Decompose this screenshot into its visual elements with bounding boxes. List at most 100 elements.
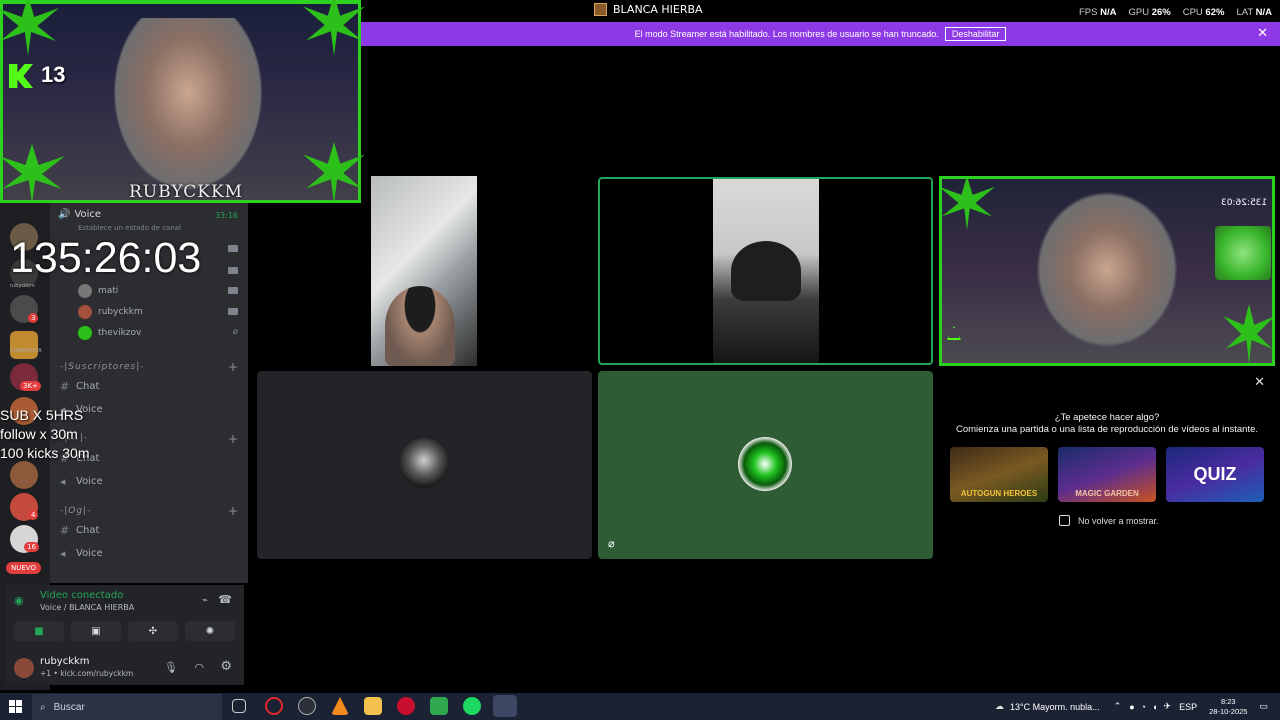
streamer-webcam: 13 RUBYCKKM (0, 0, 365, 204)
weather-text[interactable]: 13°C Mayorm. nubla... (1010, 702, 1100, 712)
category-header[interactable]: -|Suscriptores|- (60, 362, 145, 372)
store-icon[interactable] (430, 697, 448, 715)
add-channel-icon[interactable]: + (228, 504, 238, 518)
performance-stats: FPS N/A GPU 26% CPU 62% LAT N/A (1079, 7, 1272, 18)
stream-video (1021, 192, 1193, 364)
avatar[interactable] (14, 658, 34, 678)
participant-avatar-tile[interactable] (257, 371, 592, 559)
discord-active-icon[interactable] (493, 695, 517, 717)
lat-value: N/A (1255, 7, 1272, 18)
participant-video (385, 286, 455, 366)
mirrored-uptime: 135:26:03 (1220, 198, 1267, 208)
cpu-value: 62% (1205, 7, 1225, 18)
voice-status-subtitle[interactable]: Voice / BLANCA HIERBA (40, 603, 134, 612)
add-channel-icon[interactable]: + (228, 432, 238, 446)
chevron-up-icon[interactable]: ⌃ (1114, 701, 1122, 712)
taskbar-search[interactable]: ⌕ Buscar (32, 694, 222, 720)
leaf-decoration (0, 0, 59, 56)
leaf-decoration (0, 144, 65, 204)
screenshare-tile[interactable]: 135:26:03 (939, 176, 1275, 366)
screenshare-button[interactable]: ▣ (71, 621, 121, 641)
app-icon[interactable] (397, 697, 415, 715)
text-channel[interactable]: # Chat (60, 524, 99, 537)
goal-line: SUB X 5HRS (0, 407, 84, 423)
server-icon[interactable] (10, 461, 38, 489)
opera-icon[interactable] (265, 697, 283, 715)
leaf-decoration (1223, 304, 1275, 364)
active-voice-channel[interactable]: 🔊 Voice (58, 209, 101, 220)
task-view-icon[interactable] (232, 699, 246, 713)
avatar (738, 437, 792, 491)
obs-icon[interactable] (298, 697, 316, 715)
leaf-decoration (303, 142, 365, 204)
voice-user[interactable]: thevikzov (78, 326, 141, 340)
game-card-magic-garden[interactable]: MAGIC GARDEN (1058, 447, 1156, 502)
network-icon[interactable]: ✈ (1164, 701, 1172, 712)
add-channel-icon[interactable]: + (228, 360, 238, 374)
activities-icon: ✣ (148, 625, 158, 637)
text-channel[interactable]: # Chat (60, 380, 99, 393)
participant-video-tile-speaking[interactable] (598, 177, 933, 365)
noise-suppression-icon[interactable]: ⌁ (202, 595, 208, 606)
close-icon[interactable]: ✕ (1257, 25, 1268, 41)
game-card-autogun[interactable]: AUTOGUN HEROES (950, 447, 1048, 502)
voice-user[interactable]: mati (78, 284, 118, 298)
participant-video-tile[interactable] (371, 176, 477, 366)
uptime-counter: 135:26:03 (10, 234, 202, 282)
hash-icon: # (60, 380, 70, 393)
streamer-video (103, 18, 273, 204)
participant-avatar-tile-muted[interactable]: ⌀ (598, 371, 933, 559)
app-icon[interactable] (331, 697, 349, 715)
spotify-icon[interactable] (463, 697, 481, 715)
server-icon[interactable] (10, 331, 38, 359)
volume-icon[interactable]: ◖ (1152, 702, 1157, 712)
username[interactable]: rubyckkm (40, 656, 90, 667)
voice-status-title[interactable]: Video conectado (40, 590, 123, 601)
notifications-icon[interactable]: ▭ (1259, 701, 1268, 712)
camera-button[interactable]: ■ (14, 621, 64, 641)
disable-streamer-button[interactable]: Deshabilitar (944, 27, 1007, 41)
disconnect-icon[interactable]: ☎ (218, 593, 232, 606)
activities-button[interactable]: ✣ (128, 621, 178, 641)
muted-icon: ⌀ (608, 537, 615, 550)
speaker-icon: ◂ (60, 475, 66, 488)
mute-icon: ⌀ (232, 327, 238, 337)
cpu-label: CPU (1182, 7, 1203, 18)
microphone-icon[interactable]: 🎙 (164, 661, 178, 674)
microphone-icon[interactable]: ● (1129, 702, 1134, 712)
soundboard-button[interactable]: ✺ (185, 621, 235, 641)
gpu-value: 26% (1151, 7, 1171, 18)
hash-icon: # (60, 524, 70, 537)
gear-icon[interactable]: ⚙ (220, 659, 232, 674)
screenshare-icon: ▣ (91, 625, 101, 637)
wifi-icon[interactable]: ◔ (1141, 702, 1146, 712)
user-panel: rubyckkm +1 • kick.com/rubyckkm 🎙 ◠ ⚙ (6, 650, 244, 688)
file-explorer-icon[interactable] (364, 697, 382, 715)
kick-logo-icon (947, 326, 961, 340)
banner-text: El modo Streamer está habilitado. Los no… (634, 29, 939, 39)
clock[interactable]: 8:23 28-10-2025 (1209, 697, 1247, 717)
cpu-stat: CPU 62% (1183, 7, 1225, 18)
windows-taskbar: ⌕ Buscar ☁ 13°C Mayorm. nubla... ⌃ ● ◔ ◖… (0, 693, 1280, 720)
activity-suggestion-panel: ✕ ¿Te apetece hacer algo? Comienza una p… (939, 371, 1275, 559)
windows-start-icon[interactable] (9, 700, 22, 713)
lat-stat: LAT N/A (1236, 7, 1272, 18)
channel-status[interactable]: Establece un estado de canal (78, 224, 181, 232)
voice-channel[interactable]: ◂ Voice (60, 547, 103, 560)
avatar (78, 305, 92, 319)
game-title: AUTOGUN HEROES (960, 489, 1038, 498)
signal-icon: ◉ (14, 594, 24, 607)
category-header[interactable]: -|Og|- (60, 506, 91, 516)
new-badge[interactable]: NUEVO (6, 562, 41, 574)
dont-show-again[interactable]: No volver a mostrar. (1059, 515, 1159, 526)
language-indicator[interactable]: ESP (1179, 702, 1197, 712)
headphones-icon[interactable]: ◠ (194, 661, 204, 674)
avatar (399, 438, 449, 488)
checkbox[interactable] (1059, 515, 1070, 526)
avatar (78, 284, 92, 298)
close-icon[interactable]: ✕ (1254, 375, 1265, 390)
gpu-stat: GPU 26% (1128, 7, 1170, 18)
voice-channel[interactable]: ◂ Voice (60, 475, 103, 488)
voice-user[interactable]: rubyckkm (78, 305, 143, 319)
game-card-quiz[interactable]: QUIZ (1166, 447, 1264, 502)
